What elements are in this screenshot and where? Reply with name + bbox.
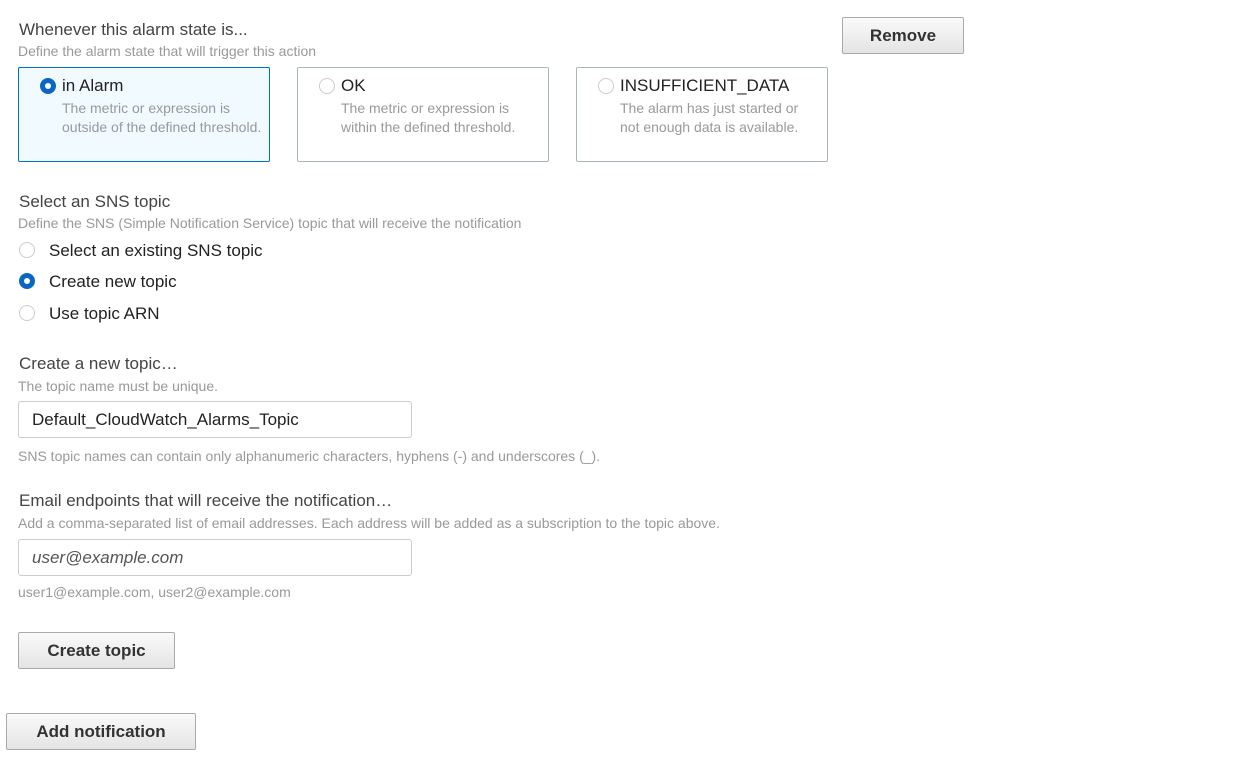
radio-insufficient-data[interactable]	[598, 78, 614, 94]
email-help: user1@example.com, user2@example.com	[18, 584, 291, 600]
card-title: in Alarm	[62, 76, 124, 95]
email-heading: Email endpoints that will receive the no…	[19, 491, 393, 510]
sns-description: Define the SNS (Simple Notification Serv…	[18, 215, 522, 231]
new-topic-description: The topic name must be unique.	[18, 378, 219, 394]
radio-create-new-topic[interactable]	[19, 273, 35, 289]
card-description: The metric or expression is outside of t…	[62, 100, 262, 135]
card-description: The alarm has just started or not enough…	[620, 100, 799, 135]
sns-heading: Select an SNS topic	[19, 192, 171, 211]
new-topic-heading: Create a new topic…	[19, 354, 178, 373]
alarm-state-heading: Whenever this alarm state is...	[19, 20, 248, 39]
alarm-state-card-insufficient-data[interactable]: INSUFFICIENT_DATA The alarm has just sta…	[576, 67, 828, 162]
topic-name-help: SNS topic names can contain only alphanu…	[18, 448, 601, 464]
card-title: INSUFFICIENT_DATA	[620, 76, 790, 95]
option-topic-arn[interactable]: Use topic ARN	[19, 304, 160, 324]
option-label: Select an existing SNS topic	[49, 241, 263, 260]
alarm-state-card-ok[interactable]: OK The metric or expression is within th…	[297, 67, 549, 162]
radio-in-alarm[interactable]	[40, 78, 56, 94]
remove-button[interactable]: Remove	[842, 17, 964, 54]
option-label: Use topic ARN	[49, 304, 160, 323]
option-label: Create new topic	[49, 272, 177, 291]
card-title: OK	[341, 76, 366, 95]
topic-name-input[interactable]	[18, 401, 412, 438]
option-create-new-topic[interactable]: Create new topic	[19, 272, 177, 292]
radio-ok[interactable]	[319, 78, 335, 94]
add-notification-button[interactable]: Add notification	[6, 713, 196, 750]
radio-existing-topic[interactable]	[19, 242, 35, 258]
create-topic-button[interactable]: Create topic	[18, 632, 175, 669]
alarm-state-description: Define the alarm state that will trigger…	[18, 43, 317, 59]
radio-topic-arn[interactable]	[19, 305, 35, 321]
card-description: The metric or expression is within the d…	[341, 100, 516, 135]
email-input[interactable]	[18, 539, 412, 576]
email-description: Add a comma-separated list of email addr…	[18, 515, 720, 531]
option-existing-topic[interactable]: Select an existing SNS topic	[19, 241, 263, 261]
alarm-state-card-in-alarm[interactable]: in Alarm The metric or expression is out…	[18, 67, 270, 162]
